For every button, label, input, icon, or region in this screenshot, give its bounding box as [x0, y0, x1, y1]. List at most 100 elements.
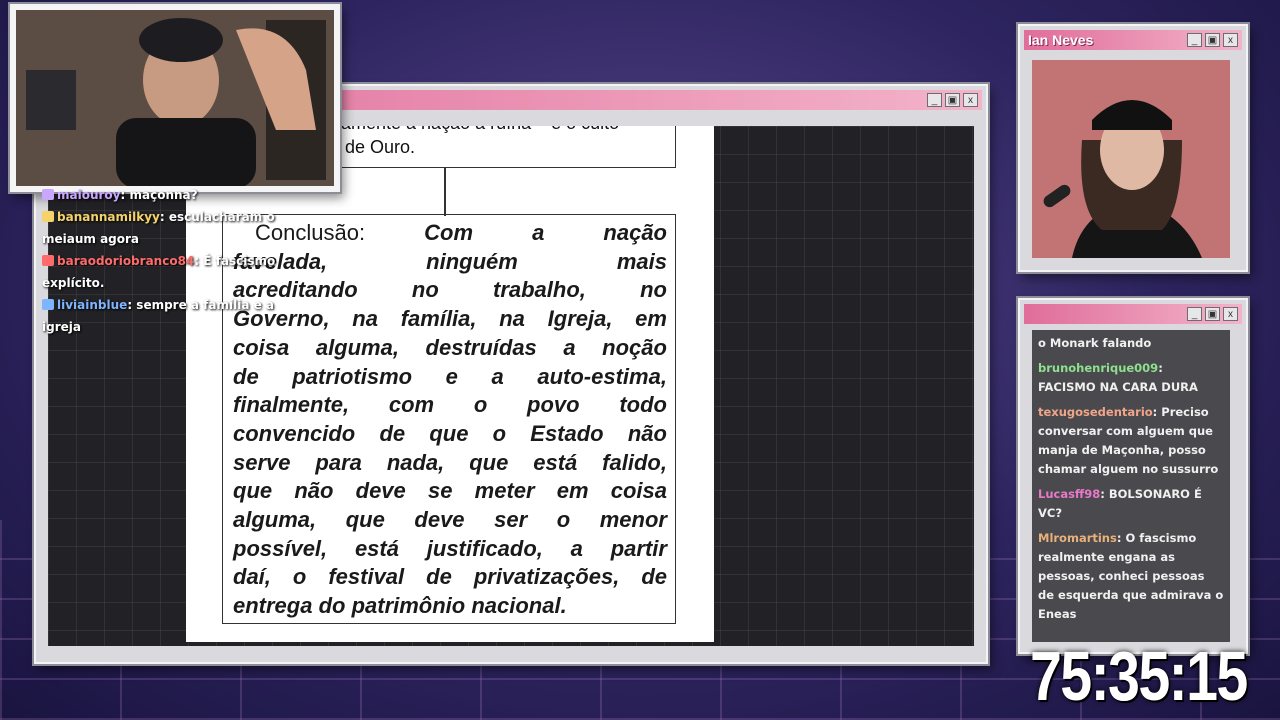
guest-webcam-window[interactable]: Ian Neves _ ▣ x: [1018, 24, 1248, 272]
conclusion-word: em: [635, 306, 667, 332]
chat-message-list[interactable]: o Monark falando brunohenrique009: FACISM…: [1032, 330, 1230, 642]
conclusion-word: com: [388, 392, 435, 418]
chat-message: Lucasff98: BOLSONARO É VC?: [1038, 487, 1202, 520]
conclusion-line: entrega do patrimônio nacional.: [233, 592, 667, 621]
conclusion-word: Estado: [530, 420, 604, 446]
conclusion-word: na: [352, 306, 378, 332]
conclusion-word: de: [641, 564, 667, 590]
close-icon[interactable]: x: [1223, 307, 1238, 321]
conclusion-word: deve: [414, 507, 465, 533]
conclusion-word: para: [315, 449, 362, 475]
close-icon[interactable]: x: [963, 93, 978, 107]
conclusion-word: a: [491, 363, 504, 389]
guest-webcam-image: [1032, 60, 1230, 258]
conclusion-word: finalmente,: [233, 392, 350, 418]
maximize-icon[interactable]: ▣: [1205, 33, 1220, 47]
conclusion-word: está: [354, 535, 399, 561]
conclusion-word: entrega do patrimônio nacional.: [233, 593, 567, 619]
conclusion-word: daí,: [233, 564, 271, 590]
conclusion-word: noção: [602, 334, 667, 360]
flow-connector-line: [444, 168, 446, 216]
conclusion-line: coisa alguma, destruídas a noção: [233, 334, 667, 363]
conclusion-word: o: [292, 564, 307, 590]
conclusion-word: de: [379, 420, 406, 446]
conclusion-word: falido,: [602, 449, 667, 475]
stream-timer: 75:35:15: [1030, 637, 1248, 715]
conclusion-word: justificado,: [426, 535, 543, 561]
chat-username[interactable]: Lucasff98: [1038, 487, 1100, 501]
overlay-chat-username: banannamilkyy: [57, 210, 160, 224]
overlay-chat-username: malouroy: [57, 188, 121, 202]
conclusion-word: que: [233, 478, 273, 504]
conclusion-word: o: [556, 507, 571, 533]
chat-message: texugosedentario: Preciso conversar com …: [1038, 405, 1219, 476]
conclusion-line: de patriotismo e a auto-estima,: [233, 363, 667, 392]
chat-window[interactable]: _ ▣ x o Monark falando brunohenrique009: …: [1018, 298, 1248, 654]
streamer-webcam: [10, 4, 340, 192]
conclusion-word: não: [627, 420, 667, 446]
badge-icon: [42, 299, 54, 310]
chat-message: o Monark falando: [1038, 334, 1224, 353]
overlay-chat-message: malouroy: maçonna?: [42, 184, 292, 206]
chat-username[interactable]: texugosedentario: [1038, 405, 1153, 419]
conclusion-word: povo: [527, 392, 580, 418]
conclusion-line: finalmente, com o povo todo: [233, 391, 667, 420]
conclusion-word: deve: [355, 478, 406, 504]
conclusion-word: se: [427, 478, 453, 504]
conclusion-line: favelada, ninguém mais: [233, 248, 667, 277]
conclusion-word: e: [445, 363, 458, 389]
guest-webcam-titlebar[interactable]: Ian Neves _ ▣ x: [1024, 30, 1242, 50]
conclusion-word: está: [533, 449, 578, 475]
conclusion-line: daí, o festival de privatizações, de: [233, 563, 667, 592]
close-icon[interactable]: x: [1223, 33, 1238, 47]
chat-window-titlebar[interactable]: _ ▣ x: [1024, 304, 1242, 324]
conclusion-line: que não deve se meter em coisa: [233, 477, 667, 506]
conclusion-word: nação: [603, 220, 667, 245]
overlay-chat-message: baraodoriobranco84: É fascismo explícito…: [42, 254, 276, 290]
badge-icon: [42, 189, 54, 200]
overlay-chat-username: liviainblue: [57, 298, 128, 312]
conclusion-line: convencido de que o Estado não: [233, 420, 667, 449]
conclusion-word: festival: [328, 564, 405, 590]
conclusion-word: a: [532, 220, 545, 245]
overlay-chat: malouroy: maçonna? banannamilkyy: esculac…: [42, 184, 292, 338]
conclusion-line: serve para nada, que está falido,: [233, 449, 667, 478]
conclusion-word: serve: [233, 449, 291, 475]
conclusion-word: a: [570, 535, 583, 561]
minimize-icon[interactable]: _: [1187, 307, 1202, 321]
conclusion-word: Com: [424, 220, 474, 245]
conclusion-word: na: [499, 306, 525, 332]
conclusion-word: privatizações,: [473, 564, 620, 590]
minimize-icon[interactable]: _: [927, 93, 942, 107]
conclusion-line: Governo, na família, na Igreja, em: [233, 305, 667, 334]
chat-text: o Monark falando: [1038, 336, 1152, 350]
chat-username[interactable]: Mlromartins: [1038, 531, 1117, 545]
conclusion-word: ninguém: [426, 248, 518, 274]
chat-username[interactable]: brunohenrique009: [1038, 361, 1158, 375]
overlay-chat-message: liviainblue: sempre a família e a igreja: [42, 298, 275, 334]
conclusion-word: em: [556, 478, 589, 504]
overlay-chat-username: baraodoriobranco84: [57, 254, 195, 268]
previous-box-line-1: amente a nação à ruína – e o culto: [341, 126, 619, 134]
maximize-icon[interactable]: ▣: [945, 93, 960, 107]
badge-icon: [42, 211, 54, 222]
maximize-icon[interactable]: ▣: [1205, 307, 1220, 321]
overlay-chat-message: banannamilkyy: esculacharam o meiaum ago…: [42, 210, 275, 246]
conclusion-word: o: [492, 420, 507, 446]
conclusion-word: alguma,: [315, 334, 399, 360]
conclusion-word: partir: [610, 535, 667, 561]
conclusion-line: possível, está justificado, a partir: [233, 535, 667, 564]
conclusion-word: que: [345, 507, 385, 533]
conclusion-word: a: [563, 334, 576, 360]
conclusion-word: de: [426, 564, 452, 590]
conclusion-word: meter: [474, 478, 535, 504]
minimize-icon[interactable]: _: [1187, 33, 1202, 47]
streamer-webcam-image: [16, 10, 334, 186]
conclusion-word: não: [294, 478, 334, 504]
guest-name: Ian Neves: [1028, 32, 1094, 48]
conclusion-word: auto-estima,: [537, 363, 667, 389]
conclusion-word: de: [233, 363, 259, 389]
conclusion-word: que: [469, 449, 509, 475]
conclusion-word: possível,: [233, 535, 328, 561]
badge-icon: [42, 255, 54, 266]
